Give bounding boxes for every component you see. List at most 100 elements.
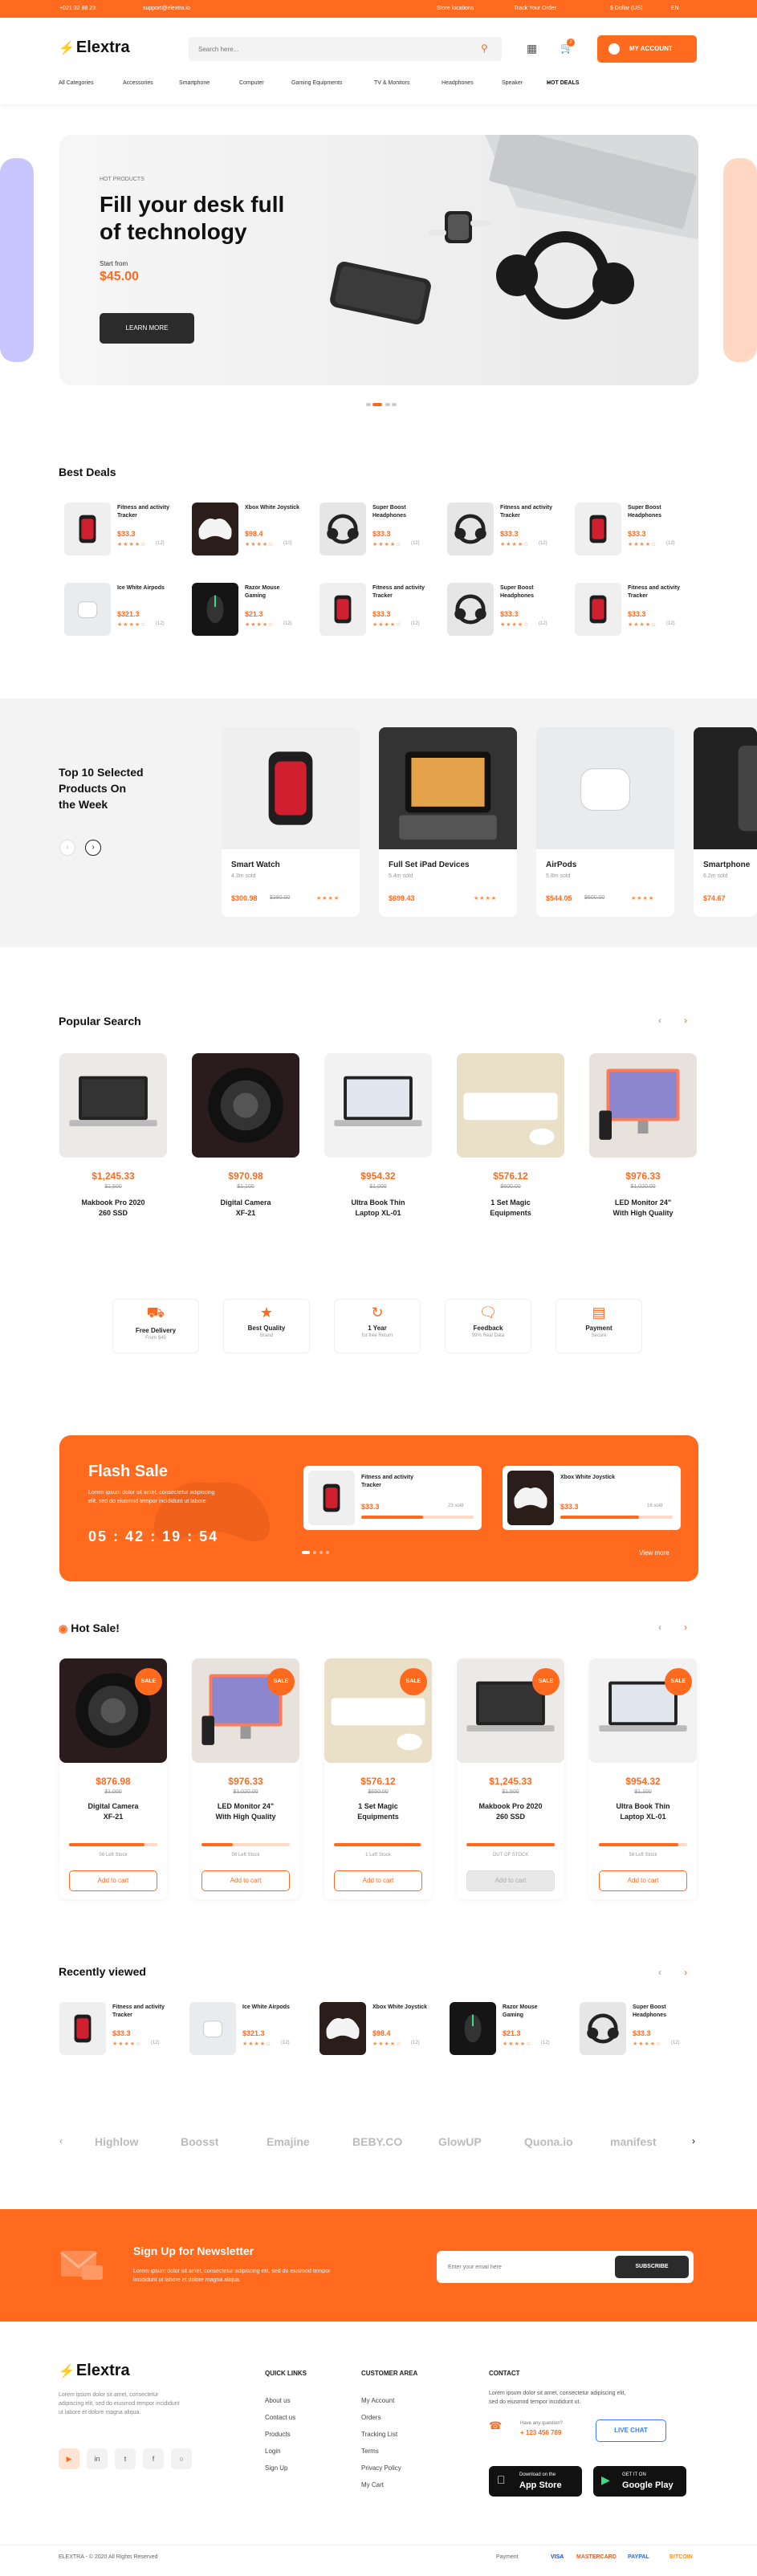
recent-prev-arrow[interactable]: ‹ <box>658 1967 661 1978</box>
youtube-icon[interactable]: ▶ <box>59 2448 79 2469</box>
hero-dot[interactable] <box>385 403 390 406</box>
best-deal-item[interactable]: Ice White Airpods $321.3 ★★★★☆ (12) <box>64 580 185 637</box>
hero-next-slide[interactable] <box>723 158 757 362</box>
best-deal-item[interactable]: Fitness and activity Tracker $33.3 ★★★★☆… <box>64 499 185 557</box>
google-play-button[interactable]: ▶ GET IT ON Google Play <box>593 2466 686 2497</box>
recent-item[interactable]: Razor Mouse Gaming $21.3 ★★★★☆ (12) <box>450 1999 570 2057</box>
top10-product-card[interactable]: Smart Watch 4.3m sold $300.98 $380.00 ★★… <box>222 727 360 917</box>
brand-logo[interactable]: Boosst <box>181 2135 218 2148</box>
flash-dot[interactable] <box>319 1551 323 1554</box>
brand-logo[interactable]: manifest <box>610 2135 657 2148</box>
twitter-icon[interactable]: t <box>115 2448 136 2469</box>
recent-item[interactable]: Xbox White Joystick $98.4 ★★★★☆ (12) <box>319 1999 440 2057</box>
brand-logo[interactable]: Emajine <box>267 2135 310 2148</box>
popular-product-card[interactable]: $970.98 $1,100 Digital Camera XF-21 <box>192 1053 299 1230</box>
footer-customer-link[interactable]: My Account <box>361 2397 394 2404</box>
subscribe-button[interactable]: SUBSCRIBE <box>615 2256 689 2278</box>
footer-customer-link[interactable]: Terms <box>361 2448 379 2455</box>
brand-logo[interactable]: GlowUP <box>438 2135 482 2148</box>
best-deal-item[interactable]: Super Boost Headphones $33.3 ★★★★☆ (12) <box>319 499 440 557</box>
nav-all-categories[interactable]: All Categories <box>59 80 94 86</box>
recent-item[interactable]: Super Boost Headphones $33.3 ★★★★☆ (12) <box>580 1999 700 2057</box>
track-order-link[interactable]: Track Your Order <box>514 6 556 11</box>
footer-quick-link[interactable]: Products <box>265 2431 291 2438</box>
popular-next-arrow[interactable]: › <box>684 1015 687 1026</box>
logo[interactable]: ⚡ Elextra <box>59 39 130 57</box>
brand-logo[interactable]: BEBY.CO <box>352 2135 402 2148</box>
flash-sale-item[interactable]: Fitness and activity Tracker $33.3 23 sol… <box>303 1466 482 1530</box>
nav-speaker[interactable]: Speaker <box>502 80 523 86</box>
nav-tv-monitors[interactable]: TV & Monitors <box>374 80 409 86</box>
currency-select[interactable]: $ Dollar (US) <box>610 6 642 11</box>
search-icon[interactable]: ⚲ <box>481 43 494 55</box>
popular-prev-arrow[interactable]: ‹ <box>658 1015 661 1026</box>
footer-quick-link[interactable]: Login <box>265 2448 281 2455</box>
flash-dot-active[interactable] <box>302 1551 310 1554</box>
hot-next-arrow[interactable]: › <box>684 1622 687 1633</box>
footer-customer-link[interactable]: Privacy Policy <box>361 2464 401 2472</box>
add-to-cart-button[interactable]: Add to cart <box>334 1870 422 1891</box>
nav-gaming[interactable]: Gaming Equipments <box>291 80 342 86</box>
newsletter-email-input[interactable] <box>448 2259 592 2275</box>
footer-quick-link[interactable]: Contact us <box>265 2414 295 2421</box>
hero-dot[interactable] <box>392 403 397 406</box>
best-deal-item[interactable]: Fitness and activity Tracker $33.3 ★★★★☆… <box>319 580 440 637</box>
add-to-cart-button[interactable]: Add to cart <box>599 1870 687 1891</box>
language-select[interactable]: EN <box>671 6 679 11</box>
footer-customer-link[interactable]: My Cart <box>361 2481 384 2489</box>
hero-dot[interactable] <box>366 403 371 406</box>
popular-product-card[interactable]: $576.12 $600.00 1 Set Magic Equipments <box>457 1053 564 1230</box>
flash-dot[interactable] <box>313 1551 316 1554</box>
popular-product-card[interactable]: $976.33 $1,020.00 LED Monitor 24" With Hi… <box>589 1053 697 1230</box>
store-locations-link[interactable]: Store locations <box>437 6 474 11</box>
grid-icon[interactable]: ▦ <box>527 42 537 55</box>
hot-sale-card[interactable]: SALE $1,245.33 $1,500 Makbook Pro 2020 26… <box>457 1658 564 1899</box>
best-deal-item[interactable]: Super Boost Headphones $33.3 ★★★★☆ (12) <box>447 580 568 637</box>
footer-quick-link[interactable]: Sign Up <box>265 2464 287 2472</box>
nav-computer[interactable]: Computer <box>239 80 264 86</box>
best-deal-item[interactable]: Xbox White Joystick $98.4 ★★★★☆ (10) <box>192 499 312 557</box>
my-account-button[interactable]: MY ACCOUNT <box>597 35 697 63</box>
nav-accessories[interactable]: Accessories <box>123 80 153 86</box>
live-chat-button[interactable]: LIVE CHAT <box>596 2419 666 2442</box>
recent-item[interactable]: Fitness and activity Tracker $33.3 ★★★★☆… <box>59 1999 180 2057</box>
add-to-cart-button[interactable]: Add to cart <box>69 1870 157 1891</box>
top10-product-card[interactable]: Smartphone 6.2m sold $74.67 ★★★★ <box>694 727 757 917</box>
contact-phone[interactable]: + 123 456 789 <box>520 2429 561 2436</box>
linkedin-icon[interactable]: in <box>87 2448 108 2469</box>
brands-prev-arrow[interactable]: ‹ <box>59 2135 63 2147</box>
nav-headphones[interactable]: Headphones <box>442 80 474 86</box>
flash-sale-item[interactable]: Xbox White Joystick $33.3 16 sold <box>503 1466 681 1530</box>
hot-prev-arrow[interactable]: ‹ <box>658 1622 661 1633</box>
hot-sale-card[interactable]: SALE $976.33 $1,020.00 LED Monitor 24" Wi… <box>192 1658 299 1899</box>
top10-prev-button[interactable]: ‹ <box>59 840 75 856</box>
flash-dot[interactable] <box>326 1551 329 1554</box>
search-input[interactable] <box>189 37 454 61</box>
brands-next-arrow[interactable]: › <box>692 2135 695 2147</box>
popular-product-card[interactable]: $954.32 $1,000 Ultra Book Thin Laptop XL-… <box>324 1053 432 1230</box>
hot-sale-card[interactable]: SALE $876.98 $1,000 Digital Camera XF-21 … <box>59 1658 167 1899</box>
learn-more-button[interactable]: LEARN MORE <box>100 313 194 344</box>
best-deal-item[interactable]: Razor Mouse Gaming $21.3 ★★★★☆ (12) <box>192 580 312 637</box>
nav-smartphone[interactable]: Smartphone <box>179 80 210 86</box>
footer-customer-link[interactable]: Orders <box>361 2414 381 2421</box>
instagram-icon[interactable]: ○ <box>171 2448 192 2469</box>
best-deal-item[interactable]: Fitness and activity Tracker $33.3 ★★★★☆… <box>447 499 568 557</box>
footer-quick-link[interactable]: About us <box>265 2397 291 2404</box>
add-to-cart-button[interactable]: Add to cart <box>201 1870 290 1891</box>
hot-sale-card[interactable]: SALE $576.12 $650.00 1 Set Magic Equipmen… <box>324 1658 432 1899</box>
footer-customer-link[interactable]: Tracking List <box>361 2431 397 2438</box>
recent-next-arrow[interactable]: › <box>684 1967 687 1978</box>
footer-logo[interactable]: ⚡ Elextra <box>59 2362 130 2380</box>
top10-product-card[interactable]: AirPods 5.8m sold $544.05 $600.00 ★★★★ <box>536 727 674 917</box>
recent-item[interactable]: Ice White Airpods $321.3 ★★★★☆ (12) <box>189 1999 310 2057</box>
top10-next-button[interactable]: › <box>85 840 101 856</box>
hot-sale-card[interactable]: SALE $954.32 $1,100 Ultra Book Thin Lapto… <box>589 1658 697 1899</box>
email-text[interactable]: support@elextra.io <box>143 6 190 11</box>
top10-product-card[interactable]: Full Set iPad Devices 5.4m sold $699.43 … <box>379 727 517 917</box>
brand-logo[interactable]: Highlow <box>95 2135 138 2148</box>
hero-dot-active[interactable] <box>372 403 382 406</box>
flash-view-more-link[interactable]: View more <box>639 1549 669 1557</box>
app-store-button[interactable]:  Download on the App Store <box>489 2466 582 2497</box>
best-deal-item[interactable]: Super Boost Headphones $33.3 ★★★★☆ (12) <box>575 499 695 557</box>
